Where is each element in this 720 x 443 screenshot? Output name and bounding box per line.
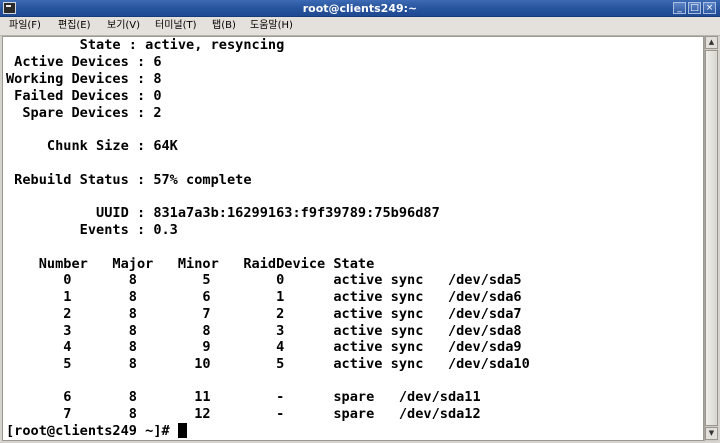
terminal-line-active-devices: Active Devices : 6 — [6, 54, 162, 70]
terminal-line-state: State : active, resyncing — [6, 37, 285, 53]
close-icon[interactable]: × — [703, 2, 716, 14]
menu-file[interactable]: 파일(F) — [9, 17, 41, 35]
terminal-line-device-row: 4 8 9 4 active sync /dev/sda9 — [6, 339, 522, 355]
terminal-line-device-row: 0 8 5 0 active sync /dev/sda5 — [6, 272, 522, 288]
terminal-line-chunk-size: Chunk Size : 64K — [6, 138, 178, 154]
terminal-line-table-header: Number Major Minor RaidDevice State — [6, 256, 375, 272]
terminal-prompt-line[interactable]: [root@clients249 ~]# — [6, 423, 187, 440]
menu-terminal[interactable]: 터미널(T) — [155, 17, 197, 35]
menu-bar: 파일(F) 편집(E) 보기(V) 터미널(T) 탭(B) 도움말(H) — [0, 17, 720, 36]
vertical-scrollbar[interactable]: ▲ ▼ — [704, 36, 718, 441]
terminal-line-device-row: 5 8 10 5 active sync /dev/sda10 — [6, 356, 530, 372]
terminal-line-spare-devices: Spare Devices : 2 — [6, 105, 162, 121]
scroll-down-icon[interactable]: ▼ — [705, 427, 718, 440]
menu-view[interactable]: 보기(V) — [107, 17, 140, 35]
minimize-icon[interactable]: _ — [673, 2, 686, 14]
title-bar[interactable]: root@clients249:~ _ □ × — [0, 0, 720, 17]
terminal-line-spare-row: 7 8 12 - spare /dev/sda12 — [6, 406, 481, 422]
window-title: root@clients249:~ — [302, 2, 418, 15]
shell-prompt: [root@clients249 ~]# — [6, 423, 178, 439]
terminal-line-failed-devices: Failed Devices : 0 — [6, 88, 162, 104]
terminal-window: root@clients249:~ _ □ × 파일(F) 편집(E) 보기(V… — [0, 0, 720, 443]
menu-help[interactable]: 도움말(H) — [250, 17, 293, 35]
terminal-output[interactable]: State : active, resyncing Active Devices… — [2, 36, 704, 441]
terminal-line-device-row: 1 8 6 1 active sync /dev/sda6 — [6, 289, 522, 305]
maximize-icon[interactable]: □ — [688, 2, 701, 14]
terminal-line-events: Events : 0.3 — [6, 222, 178, 238]
menu-tabs[interactable]: 탭(B) — [212, 17, 236, 35]
terminal-line-working-devices: Working Devices : 8 — [6, 71, 162, 87]
menu-edit[interactable]: 편집(E) — [58, 17, 91, 35]
terminal-line-uuid: UUID : 831a7a3b:16299163:f9f39789:75b96d… — [6, 205, 440, 221]
terminal-line-rebuild-status: Rebuild Status : 57% complete — [6, 172, 252, 188]
terminal-line-device-row: 3 8 8 3 active sync /dev/sda8 — [6, 323, 522, 339]
terminal-line-device-row: 2 8 7 2 active sync /dev/sda7 — [6, 306, 522, 322]
terminal-line-spare-row: 6 8 11 - spare /dev/sda11 — [6, 389, 481, 405]
scroll-up-icon[interactable]: ▲ — [705, 36, 718, 49]
text-cursor — [177, 423, 187, 438]
scrollbar-thumb[interactable] — [705, 50, 718, 426]
